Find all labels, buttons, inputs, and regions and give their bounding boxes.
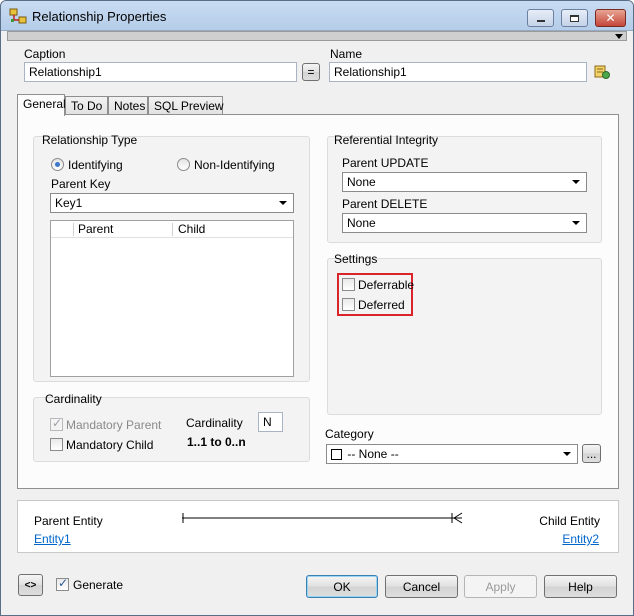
grid-separator [73,223,74,236]
identifying-radio[interactable] [51,158,64,171]
close-button[interactable]: ✕ [595,9,626,27]
title-bar[interactable]: Relationship Properties ✕ [1,1,633,31]
parent-update-select[interactable]: None [342,172,587,192]
category-select[interactable]: -- None -- [326,444,578,464]
strip-dropdown-icon [615,34,623,39]
parent-delete-label: Parent DELETE [342,197,428,211]
name-lookup-icon[interactable] [594,64,610,80]
parent-key-select[interactable]: Key1 [50,193,294,213]
tab-notes[interactable]: Notes [108,96,148,115]
maximize-button[interactable] [561,9,588,27]
window-title: Relationship Properties [32,9,167,24]
grid-header: Parent Child [51,221,293,238]
referential-integrity-title: Referential Integrity [334,133,439,147]
parent-key-value: Key1 [55,196,83,210]
non-identifying-label[interactable]: Non-Identifying [194,158,275,172]
deferred-checkbox[interactable] [342,298,355,311]
category-value: -- None -- [347,447,399,461]
relationship-line [182,512,463,524]
generate-checkbox[interactable] [56,576,69,591]
parent-update-value: None [347,175,376,189]
category-browse-button[interactable]: ... [582,444,601,463]
maximize-icon [570,14,579,22]
name-label: Name [330,47,363,61]
child-entity-link[interactable]: Entity2 [562,532,599,546]
cardinality-input[interactable]: N [258,412,283,432]
parent-entity-label: Parent Entity [34,514,103,528]
grid-separator [172,223,173,236]
chevron-down-icon [572,221,580,225]
relationship-type-title: Relationship Type [42,133,138,147]
parent-delete-value: None [347,216,376,230]
chevron-down-icon [572,180,580,184]
help-button[interactable]: Help [544,575,617,598]
mandatory-parent-label: Mandatory Parent [66,418,162,432]
toolbar-strip[interactable] [7,31,627,41]
caption-label: Caption [24,47,66,61]
child-entity-label: Child Entity [539,514,600,528]
non-identifying-radio[interactable] [177,158,190,171]
mandatory-parent-checkbox[interactable] [50,416,63,431]
minimize-icon [536,20,545,22]
category-label: Category [325,427,374,441]
tab-general[interactable]: General [17,94,66,116]
apply-button[interactable]: Apply [464,575,537,598]
deferrable-label[interactable]: Deferrable [358,278,414,292]
parent-update-label: Parent UPDATE [342,156,429,170]
equals-button[interactable]: = [302,63,320,81]
identifying-label[interactable]: Identifying [68,158,123,172]
parent-delete-select[interactable]: None [342,213,587,233]
swap-icon: <> [24,579,37,591]
mandatory-child-label[interactable]: Mandatory Child [66,438,153,452]
parent-entity-link[interactable]: Entity1 [34,532,71,546]
minimize-button[interactable] [527,9,554,27]
settings-title: Settings [334,252,378,266]
mandatory-child-checkbox[interactable] [50,438,63,451]
generate-label[interactable]: Generate [73,578,123,592]
cardinality-text: 1..1 to 0..n [187,435,246,449]
general-tab-panel: Relationship Type Identifying Non-Identi… [17,114,619,489]
chevron-down-icon [563,452,571,456]
key-columns-grid[interactable]: Parent Child [50,220,294,377]
category-color-swatch [331,449,342,460]
caption-input[interactable]: Relationship1 [24,62,297,82]
close-icon: ✕ [605,11,616,25]
tab-to-do[interactable]: To Do [65,96,108,115]
parent-key-label: Parent Key [51,177,111,191]
deferrable-checkbox[interactable] [342,278,355,291]
app-relationship-icon [9,8,27,24]
name-input[interactable]: Relationship1 [329,62,587,82]
deferred-label[interactable]: Deferred [358,298,405,312]
grid-column-parent[interactable]: Parent [78,222,113,236]
cancel-button[interactable]: Cancel [385,575,458,598]
swap-button[interactable]: <> [18,574,43,596]
dialog-window: Relationship Properties ✕ Caption Relati… [0,0,634,616]
cardinality-title: Cardinality [45,392,102,406]
grid-column-child[interactable]: Child [178,222,205,236]
relationship-diagram: Parent Entity Entity1 Child Entity Entit… [17,500,619,553]
chevron-down-icon [279,201,287,205]
ok-button[interactable]: OK [306,575,378,598]
cardinality-label: Cardinality [186,416,243,430]
tab-sql-preview[interactable]: SQL Preview [148,96,224,115]
